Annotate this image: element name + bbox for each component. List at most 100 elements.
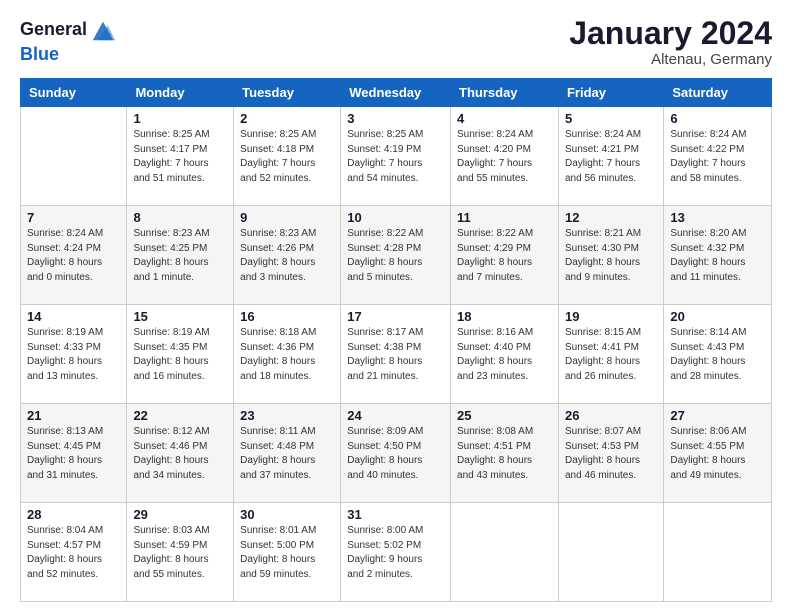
sunset-text: Sunset: 4:21 PM xyxy=(565,144,639,155)
cell-info: Sunrise: 8:11 AMSunset: 4:48 PMDaylight:… xyxy=(240,425,334,483)
cell-date: 23 xyxy=(240,408,334,423)
sunrise-text: Sunrise: 8:23 AM xyxy=(240,228,316,239)
cell-date: 6 xyxy=(670,111,765,126)
col-friday: Friday xyxy=(558,79,663,107)
cell-date: 1 xyxy=(133,111,227,126)
sunset-text: Sunset: 4:51 PM xyxy=(457,441,531,452)
daylight-hours: Daylight: 8 hours xyxy=(565,257,640,268)
daylight-minutes: and 21 minutes. xyxy=(347,371,418,382)
header: General Blue January 2024 Altenau, Germa… xyxy=(20,16,772,68)
daylight-hours: Daylight: 8 hours xyxy=(240,356,315,367)
sunset-text: Sunset: 4:57 PM xyxy=(27,540,101,551)
daylight-minutes: and 56 minutes. xyxy=(565,173,636,184)
header-row: Sunday Monday Tuesday Wednesday Thursday… xyxy=(21,79,772,107)
sunrise-text: Sunrise: 8:19 AM xyxy=(27,327,103,338)
table-row: 3Sunrise: 8:25 AMSunset: 4:19 PMDaylight… xyxy=(341,107,451,206)
daylight-minutes: and 18 minutes. xyxy=(240,371,311,382)
daylight-hours: Daylight: 8 hours xyxy=(457,455,532,466)
table-row: 6 Sunrise: 8:24 AMSunset: 4:22 PMDaylight… xyxy=(664,107,772,206)
cell-info: Sunrise: 8:01 AMSunset: 5:00 PMDaylight:… xyxy=(240,524,334,582)
daylight-minutes: and 49 minutes. xyxy=(670,470,741,481)
cell-info: Sunrise: 8:24 AMSunset: 4:22 PMDaylight:… xyxy=(670,128,765,186)
cell-info: Sunrise: 8:09 AMSunset: 4:50 PMDaylight:… xyxy=(347,425,444,483)
col-tuesday: Tuesday xyxy=(234,79,341,107)
sunrise-text: Sunrise: 8:15 AM xyxy=(565,327,641,338)
calendar-page: General Blue January 2024 Altenau, Germa… xyxy=(0,0,792,612)
calendar-week-row: 1 Sunrise: 8:25 AMSunset: 4:17 PMDaylight… xyxy=(21,107,772,206)
sunset-text: Sunset: 4:55 PM xyxy=(670,441,744,452)
calendar-week-row: 14Sunrise: 8:19 AMSunset: 4:33 PMDayligh… xyxy=(21,305,772,404)
cell-info: Sunrise: 8:18 AMSunset: 4:36 PMDaylight:… xyxy=(240,326,334,384)
cell-date: 8 xyxy=(133,210,227,225)
table-row: 25Sunrise: 8:08 AMSunset: 4:51 PMDayligh… xyxy=(451,404,559,503)
daylight-minutes: and 34 minutes. xyxy=(133,470,204,481)
sunrise-text: Sunrise: 8:12 AM xyxy=(133,426,209,437)
sunset-text: Sunset: 4:28 PM xyxy=(347,243,421,254)
logo-text: General xyxy=(20,19,87,41)
daylight-hours: Daylight: 8 hours xyxy=(670,257,745,268)
sunrise-text: Sunrise: 8:20 AM xyxy=(670,228,746,239)
daylight-minutes: and 28 minutes. xyxy=(670,371,741,382)
table-row: 24Sunrise: 8:09 AMSunset: 4:50 PMDayligh… xyxy=(341,404,451,503)
sunset-text: Sunset: 4:35 PM xyxy=(133,342,207,353)
table-row: 21Sunrise: 8:13 AMSunset: 4:45 PMDayligh… xyxy=(21,404,127,503)
table-row: 31Sunrise: 8:00 AMSunset: 5:02 PMDayligh… xyxy=(341,503,451,602)
calendar-week-row: 28Sunrise: 8:04 AMSunset: 4:57 PMDayligh… xyxy=(21,503,772,602)
sunrise-text: Sunrise: 8:03 AM xyxy=(133,525,209,536)
table-row: 29Sunrise: 8:03 AMSunset: 4:59 PMDayligh… xyxy=(127,503,234,602)
sunset-text: Sunset: 4:22 PM xyxy=(670,144,744,155)
daylight-minutes: and 58 minutes. xyxy=(670,173,741,184)
sunrise-text: Sunrise: 8:22 AM xyxy=(347,228,423,239)
daylight-hours: Daylight: 8 hours xyxy=(240,257,315,268)
cell-info: Sunrise: 8:23 AMSunset: 4:26 PMDaylight:… xyxy=(240,227,334,285)
sunset-text: Sunset: 4:46 PM xyxy=(133,441,207,452)
table-row: 18Sunrise: 8:16 AMSunset: 4:40 PMDayligh… xyxy=(451,305,559,404)
sunset-text: Sunset: 4:45 PM xyxy=(27,441,101,452)
logo-blue-text: Blue xyxy=(20,44,117,66)
daylight-minutes: and 40 minutes. xyxy=(347,470,418,481)
calendar-week-row: 21Sunrise: 8:13 AMSunset: 4:45 PMDayligh… xyxy=(21,404,772,503)
cell-info: Sunrise: 8:25 AMSunset: 4:19 PMDaylight:… xyxy=(347,128,444,186)
daylight-hours: Daylight: 8 hours xyxy=(133,455,208,466)
daylight-minutes: and 55 minutes. xyxy=(457,173,528,184)
cell-date: 5 xyxy=(565,111,657,126)
sunrise-text: Sunrise: 8:01 AM xyxy=(240,525,316,536)
table-row: 8Sunrise: 8:23 AMSunset: 4:25 PMDaylight… xyxy=(127,206,234,305)
table-row: 28Sunrise: 8:04 AMSunset: 4:57 PMDayligh… xyxy=(21,503,127,602)
daylight-minutes: and 16 minutes. xyxy=(133,371,204,382)
table-row: 14Sunrise: 8:19 AMSunset: 4:33 PMDayligh… xyxy=(21,305,127,404)
cell-info: Sunrise: 8:24 AMSunset: 4:21 PMDaylight:… xyxy=(565,128,657,186)
cell-info: Sunrise: 8:19 AMSunset: 4:33 PMDaylight:… xyxy=(27,326,120,384)
daylight-hours: Daylight: 7 hours xyxy=(133,158,208,169)
cell-date: 31 xyxy=(347,507,444,522)
cell-date: 29 xyxy=(133,507,227,522)
cell-info: Sunrise: 8:20 AM Sunset: 4:32 PM Daylight:… xyxy=(670,227,765,285)
cell-info: Sunrise: 8:14 AMSunset: 4:43 PMDaylight:… xyxy=(670,326,765,384)
sunrise-text: Sunrise: 8:04 AM xyxy=(27,525,103,536)
table-row: 9Sunrise: 8:23 AMSunset: 4:26 PMDaylight… xyxy=(234,206,341,305)
sunset-text: Sunset: 4:20 PM xyxy=(457,144,531,155)
sunset-text: Sunset: 4:32 PM xyxy=(670,243,744,254)
cell-info: Sunrise: 8:24 AMSunset: 4:20 PMDaylight:… xyxy=(457,128,552,186)
cell-date: 15 xyxy=(133,309,227,324)
table-row: 4Sunrise: 8:24 AMSunset: 4:20 PMDaylight… xyxy=(451,107,559,206)
table-row xyxy=(21,107,127,206)
sunset-text: Sunset: 4:59 PM xyxy=(133,540,207,551)
daylight-hours: Daylight: 7 hours xyxy=(457,158,532,169)
cell-info: Sunrise: 8:25 AMSunset: 4:17 PMDaylight:… xyxy=(133,128,227,186)
daylight-minutes: and 7 minutes. xyxy=(457,272,523,283)
cell-date: 10 xyxy=(347,210,444,225)
table-row: 17Sunrise: 8:17 AMSunset: 4:38 PMDayligh… xyxy=(341,305,451,404)
table-row: 23 Sunrise: 8:11 AMSunset: 4:48 PMDayligh… xyxy=(234,404,341,503)
cell-date: 30 xyxy=(240,507,334,522)
daylight-minutes: and 5 minutes. xyxy=(347,272,413,283)
table-row xyxy=(664,503,772,602)
sunset-text: Sunset: 4:18 PM xyxy=(240,144,314,155)
daylight-minutes: and 3 minutes. xyxy=(240,272,306,283)
calendar-subtitle: Altenau, Germany xyxy=(569,51,772,68)
sunrise-text: Sunrise: 8:23 AM xyxy=(133,228,209,239)
sunset-text: Sunset: 5:00 PM xyxy=(240,540,314,551)
daylight-minutes: and 46 minutes. xyxy=(565,470,636,481)
cell-info: Sunrise: 8:15 AMSunset: 4:41 PMDaylight:… xyxy=(565,326,657,384)
daylight-hours: Daylight: 8 hours xyxy=(27,554,102,565)
